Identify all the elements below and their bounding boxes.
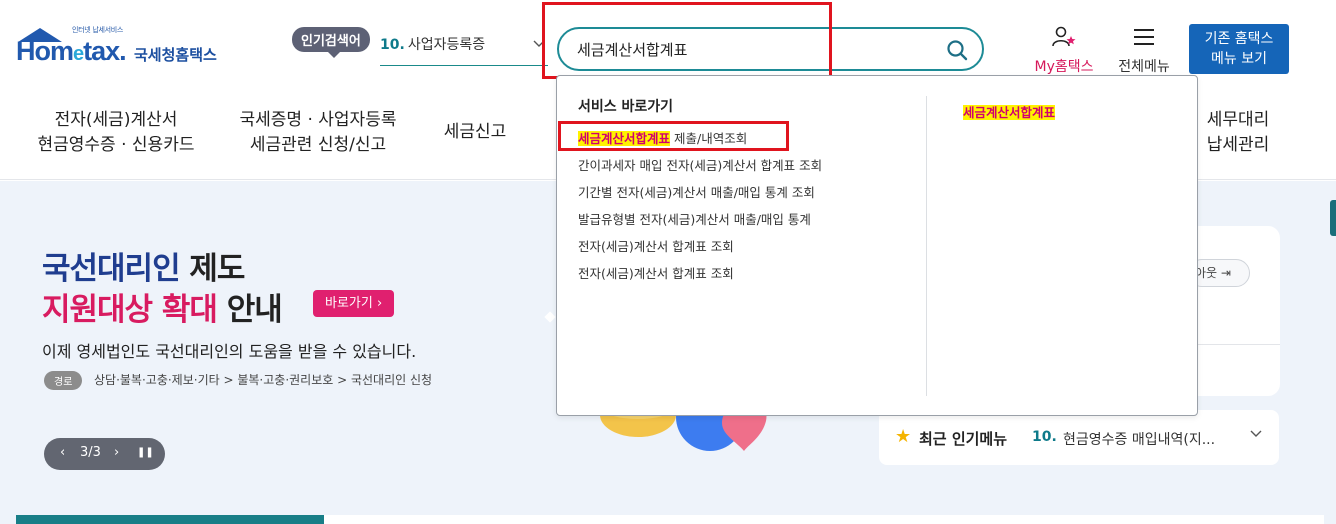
search-icon[interactable] bbox=[946, 39, 968, 61]
nav-item-tax-filing[interactable]: 세금신고 bbox=[432, 120, 518, 145]
slider-counter: 3/3 bbox=[80, 445, 101, 460]
popular-rank-number: 10. bbox=[380, 37, 405, 53]
keyword-suggestion[interactable]: 세금계산서합계표 bbox=[963, 102, 1056, 121]
logo-small-text: 인터넷 납세서비스 bbox=[72, 26, 124, 34]
popular-menu-title: 최근 인기메뉴 bbox=[919, 430, 1008, 448]
all-menu-button[interactable]: 전체메뉴 bbox=[1112, 26, 1176, 76]
user-star-icon bbox=[1050, 26, 1078, 52]
nav-item-e-invoice[interactable]: 전자(세금)계산서 현금영수증 · 신용카드 bbox=[36, 108, 196, 158]
popular-menu-text: 현금영수증 매입내역(지... bbox=[1063, 432, 1216, 448]
suggestion-item[interactable]: 기간별 전자(세금)계산서 매출/매입 통계 조회 bbox=[578, 182, 815, 201]
nav-item-line2: 세금관련 신청/신고 bbox=[249, 135, 387, 155]
suggestion-item[interactable]: 전자(세금)계산서 합계표 조회 bbox=[578, 263, 734, 282]
popular-menu-number: 10. bbox=[1032, 429, 1057, 445]
hometax-logo[interactable]: 인터넷 납세서비스 Hometax. 국세청홈택스 bbox=[14, 24, 234, 76]
path-text: 상담·불복·고충·제보·기타 > 불복·고충·권리보호 > 국선대리인 신청 bbox=[94, 373, 433, 387]
annotation-highlight-box bbox=[542, 2, 832, 79]
star-icon: ★ bbox=[895, 426, 912, 447]
hero-description: 이제 영세법인도 국선대리인의 도움을 받을 수 있습니다. bbox=[42, 342, 417, 361]
sparkle-decoration bbox=[544, 311, 556, 323]
side-tab[interactable] bbox=[1330, 200, 1336, 236]
path-badge: 경로 bbox=[44, 371, 83, 390]
header: 인터넷 납세서비스 Hometax. 국세청홈택스 인기검색어 10. 사업자등록… bbox=[0, 0, 1336, 86]
nav-item-line1: 세금신고 bbox=[443, 122, 507, 142]
old-hometax-line2: 메뉴 보기 bbox=[1211, 51, 1267, 67]
annotation-highlight-box bbox=[558, 121, 789, 151]
popular-search-badge: 인기검색어 bbox=[292, 27, 370, 58]
hamburger-icon bbox=[1132, 29, 1156, 52]
hero-go-button[interactable]: 바로가기 › bbox=[313, 290, 395, 317]
bottom-tab-active[interactable] bbox=[16, 515, 324, 524]
nav-item-tax-agent[interactable]: 세무대리 납세관리 bbox=[1196, 108, 1280, 158]
all-menu-label: 전체메뉴 bbox=[1118, 59, 1170, 75]
nav-item-line1: 국세증명 · 사업자등록 bbox=[239, 110, 397, 130]
nav-item-line1: 전자(세금)계산서 bbox=[54, 110, 178, 130]
suggestion-item[interactable]: 발급유형별 전자(세금)계산서 매출/매입 통계 bbox=[578, 209, 811, 228]
popular-search-rank[interactable]: 10. 사업자등록증 bbox=[380, 34, 548, 66]
chevron-down-icon[interactable] bbox=[1249, 426, 1263, 444]
old-hometax-menu-button[interactable]: 기존 홈택스 메뉴 보기 bbox=[1189, 24, 1289, 74]
slider-next-button[interactable]: › bbox=[114, 445, 119, 460]
nav-item-line2: 현금영수증 · 신용카드 bbox=[37, 135, 195, 155]
bottom-tab-inactive[interactable] bbox=[324, 515, 1324, 524]
hero-title-line2: 지원대상 확대 안내 bbox=[42, 292, 283, 328]
nav-item-line1: 세무대리 bbox=[1206, 110, 1270, 130]
old-hometax-line1: 기존 홈택스 bbox=[1204, 31, 1274, 47]
hero-title-line1: 국선대리인 제도 bbox=[42, 251, 245, 287]
logo-sub-text: 국세청홈택스 bbox=[134, 46, 217, 64]
suggestion-item[interactable]: 간이과세자 매입 전자(세금)계산서 합계표 조회 bbox=[578, 155, 822, 174]
nav-item-certificate[interactable]: 국세증명 · 사업자등록 세금관련 신청/신고 bbox=[232, 108, 404, 158]
nav-item-line2: 납세관리 bbox=[1206, 135, 1270, 155]
service-shortcut-title: 서비스 바로가기 bbox=[578, 99, 674, 115]
slider-pause-button[interactable]: ❚❚ bbox=[137, 447, 154, 458]
suggestion-item[interactable]: 전자(세금)계산서 합계표 조회 bbox=[578, 236, 734, 255]
popular-menu-bar[interactable]: ★ 최근 인기메뉴 10. 현금영수증 매입내역(지... bbox=[879, 410, 1279, 465]
logo-main-text: Hometax. bbox=[16, 36, 127, 66]
popular-rank-text: 사업자등록증 bbox=[407, 37, 486, 53]
slider-prev-button[interactable]: ‹ bbox=[60, 445, 65, 460]
my-hometax-button[interactable]: My홈택스 bbox=[1028, 26, 1100, 76]
my-hometax-label: My홈택스 bbox=[1034, 59, 1094, 75]
dropdown-divider bbox=[926, 96, 927, 396]
slider-control: ‹ 3/3 › ❚❚ bbox=[44, 438, 165, 470]
